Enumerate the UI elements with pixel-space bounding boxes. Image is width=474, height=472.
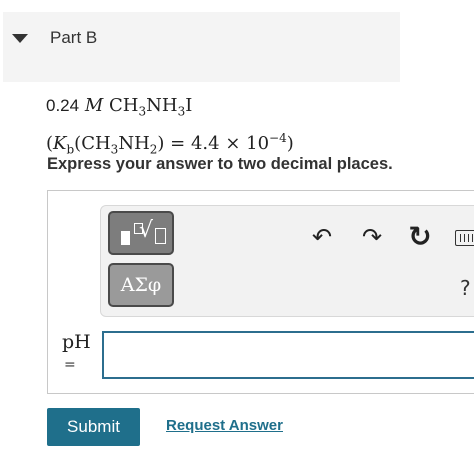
submit-button[interactable]: Submit [47, 408, 140, 446]
concentration-line: 0.24 M CH3NH3I [46, 95, 193, 119]
keyboard-icon[interactable] [455, 230, 474, 246]
undo-icon[interactable]: ↶ [309, 224, 335, 250]
equals-sign: = [64, 357, 76, 373]
part-title: Part B [50, 28, 98, 47]
caret-down-icon[interactable] [12, 34, 28, 43]
reset-icon[interactable]: ↻ [405, 222, 435, 252]
redo-icon[interactable]: ↷ [359, 224, 385, 250]
ph-label: pH [62, 331, 91, 353]
symbols-button[interactable]: ΑΣφ [108, 263, 174, 307]
help-icon[interactable]: ? [460, 276, 471, 300]
ph-answer-input[interactable] [102, 331, 474, 379]
problem-statement: 0.24 M CH3NH3I (Kb(CH3NH2) = 4.4 × 10−4) [46, 93, 294, 162]
templates-icon [121, 231, 130, 245]
request-answer-link[interactable]: Request Answer [166, 417, 283, 434]
templates-button[interactable]: √ [108, 211, 174, 255]
instruction-text: Express your answer to two decimal place… [47, 155, 393, 173]
